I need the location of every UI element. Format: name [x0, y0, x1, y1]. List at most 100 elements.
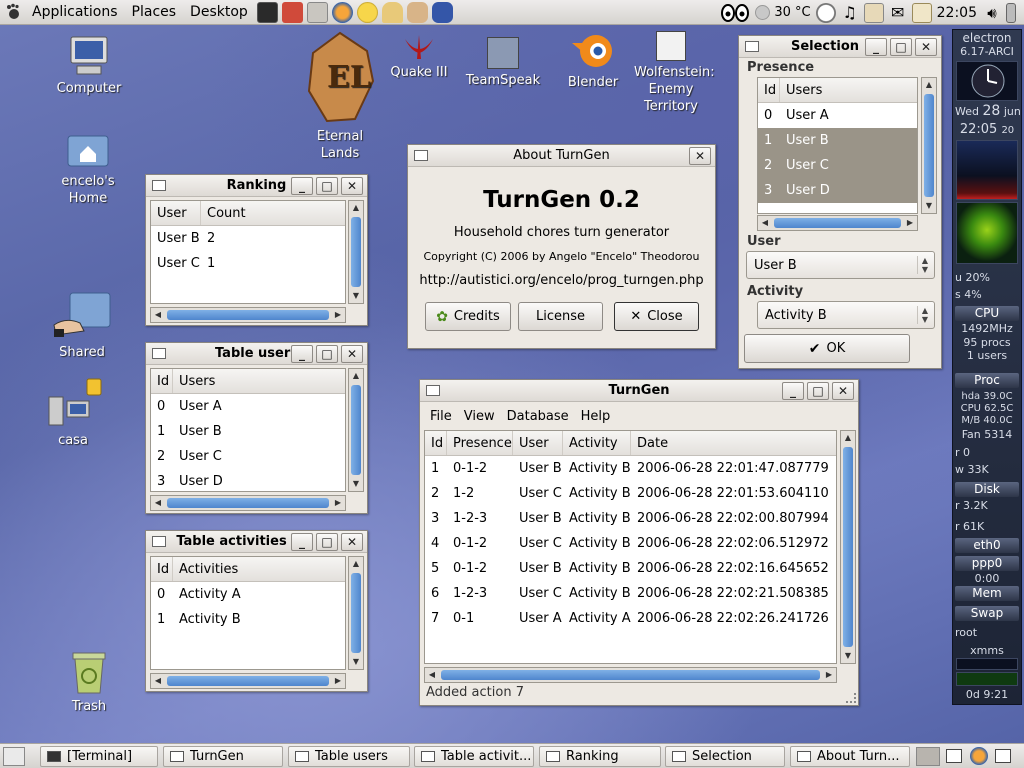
music-note-icon[interactable]: ♫ [840, 3, 860, 23]
computer-desktop-icon[interactable]: Computer [48, 35, 130, 97]
window-menu-icon[interactable] [745, 41, 759, 52]
gk-root-label[interactable]: root [955, 626, 1019, 639]
workspace-switcher[interactable] [916, 747, 940, 766]
gnome-foot-icon[interactable] [3, 1, 25, 23]
column-header-count[interactable]: Count [201, 201, 345, 225]
column-header-date[interactable]: Date [631, 431, 836, 455]
table-row[interactable]: 2 1-2 User C Activity B 2006-06-28 22:01:53.… [425, 481, 836, 506]
ranking-titlebar[interactable]: Ranking _ □ ✕ [146, 175, 367, 197]
window-tray-icon[interactable] [995, 749, 1011, 763]
maximize-button[interactable]: □ [316, 533, 338, 551]
audio-launcher-icon[interactable] [281, 1, 303, 23]
desktop-menu[interactable]: Desktop [183, 4, 255, 20]
minimize-button[interactable]: _ [291, 177, 313, 195]
table-row[interactable]: 1 User B [151, 419, 345, 444]
scroll-down-arrow-icon[interactable]: ▼ [349, 289, 363, 303]
scroll-thumb[interactable] [167, 676, 329, 686]
gk-xmms-controls[interactable] [956, 658, 1018, 670]
scroll-up-arrow-icon[interactable]: ▲ [841, 431, 855, 445]
scroll-down-arrow-icon[interactable]: ▼ [922, 199, 936, 213]
scroll-thumb[interactable] [167, 310, 329, 320]
minimize-button[interactable]: _ [782, 382, 804, 400]
column-header-users[interactable]: Users [173, 369, 345, 393]
task-turngen[interactable]: TurnGen [163, 746, 283, 767]
vertical-scrollbar[interactable]: ▲ ▼ [348, 556, 364, 670]
column-header-activity[interactable]: Activity [563, 431, 631, 455]
column-header-user[interactable]: User [513, 431, 563, 455]
scroll-thumb[interactable] [167, 498, 329, 508]
casa-desktop-icon[interactable]: casa [40, 377, 106, 449]
scroll-thumb[interactable] [774, 218, 901, 228]
horizontal-scrollbar[interactable]: ◀ ▶ [150, 495, 346, 511]
vertical-scrollbar[interactable]: ▲ ▼ [840, 430, 856, 664]
table-row[interactable]: 1 0-1-2 User B Activity B 2006-06-28 22:01:4… [425, 456, 836, 481]
gk-swap-label[interactable]: Swap [955, 606, 1019, 621]
horizontal-scrollbar[interactable]: ◀ ▶ [150, 307, 346, 323]
column-header-id[interactable]: Id [425, 431, 447, 455]
table-row[interactable]: User C 1 [151, 251, 345, 276]
ok-button[interactable]: ✔ OK [744, 334, 910, 363]
scroll-down-arrow-icon[interactable]: ▼ [349, 477, 363, 491]
presence-row-selected[interactable]: 2 User C [758, 153, 917, 178]
battery-icon[interactable] [1006, 2, 1016, 23]
turngen-titlebar[interactable]: TurnGen _ □ ✕ [420, 380, 858, 402]
scroll-thumb[interactable] [351, 385, 361, 475]
gaim-launcher-icon[interactable] [381, 1, 403, 23]
close-button[interactable]: ✕ [832, 382, 854, 400]
messenger-launcher-icon[interactable] [356, 1, 378, 23]
scroll-right-arrow-icon[interactable]: ▶ [903, 216, 917, 230]
mail-icon[interactable]: ✉ [888, 3, 908, 23]
column-header-users[interactable]: Users [780, 78, 917, 102]
column-header-id[interactable]: Id [758, 78, 780, 102]
scroll-thumb[interactable] [351, 217, 361, 287]
window-menu-icon[interactable] [152, 536, 166, 547]
gk-disk-label[interactable]: Disk [955, 482, 1019, 497]
turns-table[interactable]: Id Presence User Activity Date 1 0-1-2 Use… [424, 430, 837, 664]
selection-titlebar[interactable]: Selection _ □ ✕ [739, 36, 941, 58]
clock-applet-icon[interactable] [815, 2, 836, 23]
maximize-button[interactable]: □ [807, 382, 829, 400]
scroll-down-arrow-icon[interactable]: ▼ [349, 655, 363, 669]
applications-menu[interactable]: Applications [25, 4, 125, 20]
scroll-thumb[interactable] [843, 447, 853, 647]
no-mail-icon[interactable] [863, 2, 884, 23]
column-header-id[interactable]: Id [151, 557, 173, 581]
maximize-button[interactable]: □ [316, 177, 338, 195]
blender-desktop-icon[interactable]: Blender [556, 29, 630, 91]
terminal-launcher-icon[interactable] [256, 1, 278, 23]
resize-grip-icon[interactable] [846, 693, 856, 703]
about-titlebar[interactable]: About TurnGen ✕ [408, 145, 715, 167]
table-row[interactable]: 3 1-2-3 User B Activity B 2006-06-28 22:02:0… [425, 506, 836, 531]
show-desktop-button[interactable] [3, 747, 25, 766]
scroll-thumb[interactable] [351, 573, 361, 653]
terminal-tray-icon[interactable] [946, 749, 962, 763]
about-close-button[interactable]: ✕ Close [614, 302, 699, 331]
panel-clock[interactable]: 22:05 [937, 5, 977, 21]
horizontal-scrollbar[interactable]: ◀ ▶ [150, 673, 346, 689]
license-button[interactable]: License [518, 302, 603, 331]
activities-list[interactable]: Id Activities 0 Activity A 1 Activity B [150, 556, 346, 670]
menu-view[interactable]: View [458, 409, 501, 424]
maximize-button[interactable]: □ [316, 345, 338, 363]
task-table-users[interactable]: Table users [288, 746, 410, 767]
scroll-right-arrow-icon[interactable]: ▶ [331, 308, 345, 322]
eternal-lands-desktop-icon[interactable]: EL Eternal Lands [298, 31, 382, 162]
vertical-scrollbar[interactable]: ▲ ▼ [921, 77, 937, 214]
quake-desktop-icon[interactable]: Quake III [386, 33, 452, 81]
table-users-titlebar[interactable]: Table users _ □ ✕ [146, 343, 367, 365]
task-ranking[interactable]: Ranking [539, 746, 661, 767]
table-row[interactable]: 7 0-1 User A Activity A 2006-06-28 22:02:26.… [425, 606, 836, 631]
table-row[interactable]: 4 0-1-2 User C Activity B 2006-06-28 22:02:0… [425, 531, 836, 556]
table-row[interactable]: 6 1-2-3 User C Activity B 2006-06-28 22:02:2… [425, 581, 836, 606]
scroll-left-arrow-icon[interactable]: ◀ [151, 308, 165, 322]
column-header-user[interactable]: User [151, 201, 201, 225]
wolfenstein-desktop-icon[interactable]: Wolfenstein: Enemy Territory [634, 31, 715, 115]
table-row[interactable]: 0 Activity A [151, 582, 345, 607]
table-row[interactable]: User B 2 [151, 226, 345, 251]
calculator-launcher-icon[interactable] [306, 1, 328, 23]
trash-desktop-icon[interactable]: Trash [58, 649, 120, 715]
window-menu-icon[interactable] [414, 150, 428, 161]
close-button[interactable]: ✕ [689, 147, 711, 165]
gk-ppp0[interactable]: ppp0 [955, 556, 1019, 571]
scroll-down-arrow-icon[interactable]: ▼ [841, 649, 855, 663]
